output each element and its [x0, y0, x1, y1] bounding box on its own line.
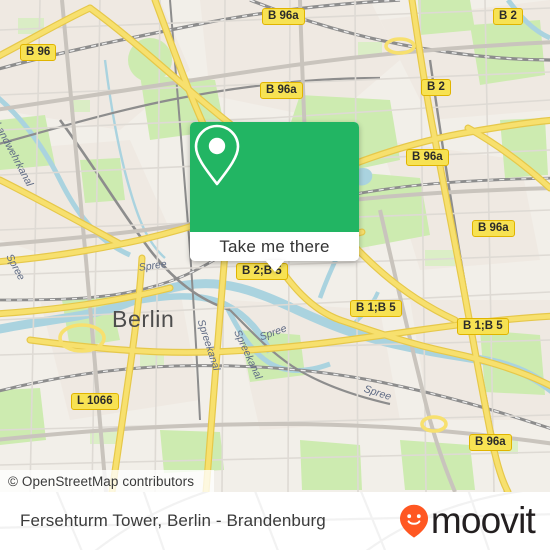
road-shield: B 1;B 5: [350, 300, 402, 317]
take-me-there-label: Take me there: [219, 236, 330, 256]
road-shield: B 96: [20, 44, 57, 61]
road-shield: B 96a: [469, 434, 512, 451]
card-icon-area: [190, 122, 359, 232]
place-name-label: Fersehturm Tower, Berlin - Brandenburg: [20, 511, 326, 530]
road-shield: B 2: [421, 79, 451, 96]
city-label: Berlin: [112, 306, 175, 332]
road-shield: B 2: [493, 8, 523, 25]
card-action-area[interactable]: Take me there: [190, 232, 359, 261]
moovit-wordmark: moovit: [430, 500, 536, 541]
osm-attribution-text: © OpenStreetMap contributors: [8, 473, 195, 489]
footer-bar: Fersehturm Tower, Berlin - Brandenburg m…: [0, 492, 550, 550]
road-shield: B 96a: [260, 82, 303, 99]
road-shield: L 1066: [71, 393, 119, 410]
road-shield: B 96a: [406, 149, 449, 166]
moovit-smiley-pin-icon: [399, 504, 428, 538]
card-pointer-tail: [265, 260, 285, 272]
moovit-logo[interactable]: moovit: [399, 492, 536, 550]
map-pin-icon: [194, 124, 240, 186]
map-canvas[interactable]: B 96a B 2B 96 B 96a B 2B 96a B 96a B 2;B 5B 1…: [0, 0, 550, 492]
road-shield: B 96a: [262, 8, 305, 25]
road-shield: B 96a: [472, 220, 515, 237]
moovit-map-screenshot: B 96a B 2B 96 B 96a B 2B 96a B 96a B 2;B 5B 1…: [0, 0, 550, 550]
osm-attribution[interactable]: © OpenStreetMap contributors: [0, 470, 214, 492]
road-shield: B 1;B 5: [457, 318, 509, 335]
take-me-there-card[interactable]: Take me there: [190, 122, 359, 261]
